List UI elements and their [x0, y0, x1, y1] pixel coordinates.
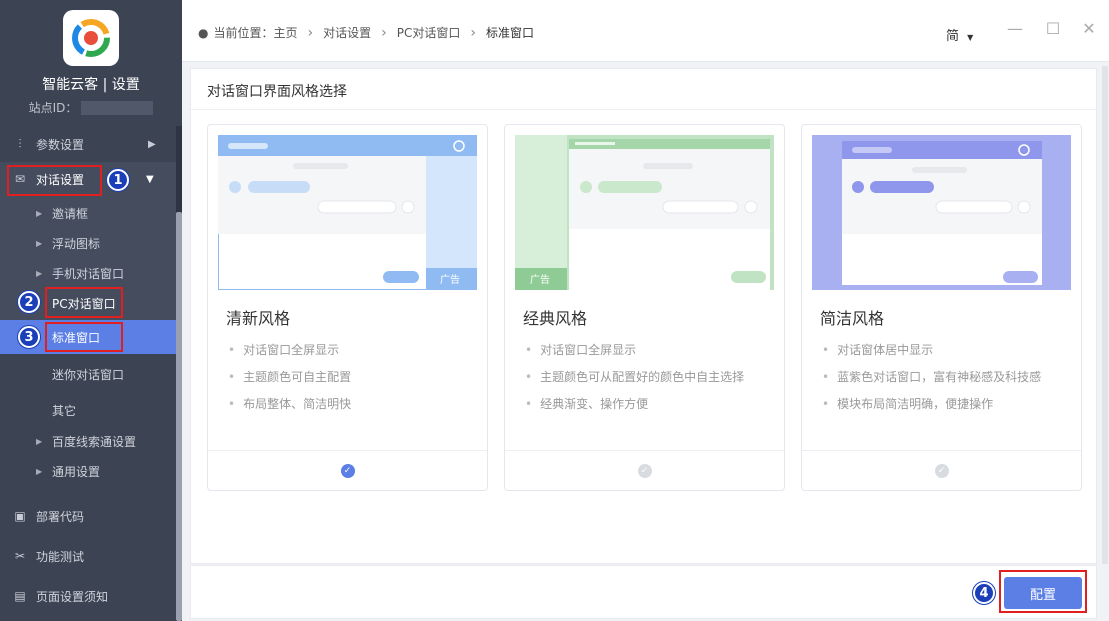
- logo-area: 智能云客 | 设置 站点ID：: [0, 0, 182, 126]
- ad-label: 广告: [530, 275, 550, 286]
- close-icon[interactable]: ✕: [1078, 18, 1100, 40]
- sub-mobile[interactable]: ▶ 手机对话窗口: [0, 258, 176, 288]
- menu-params[interactable]: ⫶ 参数设置 ▶: [0, 127, 176, 161]
- feature-item: 布局整体、简洁明快: [228, 395, 351, 412]
- highlight-config: [999, 570, 1087, 613]
- sub-baidu[interactable]: ▶ 百度线索通设置: [0, 426, 176, 456]
- location-pin-icon: ●: [198, 25, 209, 40]
- chevron-down-icon: ▼: [146, 173, 154, 185]
- chevron-right-icon: ›: [470, 24, 476, 41]
- feature-item: 对话窗体居中显示: [822, 341, 933, 358]
- sub-baidu-label: 百度线索通设置: [52, 434, 137, 449]
- breadcrumb-home[interactable]: 当前位置：主页: [213, 24, 297, 41]
- feature-item: 主题颜色可自主配置: [228, 368, 351, 385]
- caret-right-icon: ▶: [36, 466, 43, 476]
- sub-float-icon[interactable]: ▶ 浮动图标: [0, 228, 176, 258]
- feature-item: 对话窗口全屏显示: [525, 341, 636, 358]
- sub-float-icon-label: 浮动图标: [52, 236, 101, 251]
- card-title: 清新风格: [226, 309, 291, 328]
- document-icon: ▤: [14, 589, 26, 603]
- step-marker-1: 1: [107, 169, 129, 191]
- style-panel: 对话窗口界面风格选择 广告 清新风格 对话窗口全屏显示 主题颜: [190, 68, 1097, 564]
- sub-general-label: 通用设置: [52, 464, 101, 479]
- app-logo: [63, 10, 119, 66]
- menu-notice[interactable]: ▤ 页面设置须知: [0, 579, 176, 613]
- menu-test[interactable]: ✂ 功能测试: [0, 539, 176, 573]
- sidebar-scrollbar-thumb[interactable]: [176, 212, 182, 621]
- chevron-right-icon: ▶: [148, 138, 156, 150]
- language-select[interactable]: 简 ▼: [946, 25, 973, 44]
- site-id: 站点ID：: [29, 99, 154, 116]
- sub-other-label: 其它: [52, 403, 77, 418]
- sub-invite[interactable]: ▶ 邀请框: [0, 198, 176, 228]
- footer-bar: 配置: [190, 565, 1097, 619]
- highlight-dialog: [7, 165, 102, 196]
- maximize-icon[interactable]: ☐: [1042, 18, 1064, 40]
- step-marker-3: 3: [18, 326, 40, 348]
- card-title: 经典风格: [523, 309, 588, 328]
- preview-classic: 广告: [515, 135, 774, 290]
- card-footer[interactable]: ✓: [802, 450, 1081, 490]
- code-icon: ▣: [14, 509, 26, 523]
- check-unselected-icon[interactable]: ✓: [637, 463, 652, 478]
- breadcrumb: ● 当前位置：主页 › 对话设置 › PC对话窗口 › 标准窗口: [198, 24, 534, 41]
- feature-item: 蓝紫色对话窗口，富有神秘感及科技感: [822, 368, 1041, 385]
- site-id-redacted: [81, 100, 154, 115]
- menu-test-label: 功能测试: [36, 549, 85, 564]
- breadcrumb-current: 标准窗口: [485, 26, 534, 40]
- menu-deploy[interactable]: ▣ 部署代码: [0, 499, 176, 533]
- feature-item: 模块布局简洁明确，便捷操作: [822, 395, 993, 412]
- card-title: 简洁风格: [820, 309, 885, 328]
- chevron-right-icon: ›: [307, 24, 314, 41]
- caret-right-icon: ▶: [36, 268, 43, 278]
- check-selected-icon[interactable]: ✓: [340, 463, 355, 478]
- caret-right-icon: ▶: [36, 436, 43, 446]
- top-bar: ● 当前位置：主页 › 对话设置 › PC对话窗口 › 标准窗口 简 ▼ — ☐…: [182, 0, 1109, 62]
- feature-item: 对话窗口全屏显示: [228, 341, 339, 358]
- sliders-icon: ⫶: [18, 136, 22, 151]
- breadcrumb-dialog[interactable]: 对话设置: [323, 24, 371, 41]
- caret-right-icon: ▶: [36, 238, 43, 248]
- check-unselected-icon[interactable]: ✓: [934, 463, 949, 478]
- menu-notice-label: 页面设置须知: [36, 589, 109, 604]
- highlight-pc: [45, 287, 123, 318]
- breadcrumb-pc[interactable]: PC对话窗口: [397, 24, 461, 41]
- preview-fresh: 广告: [218, 135, 477, 290]
- card-footer[interactable]: ✓: [208, 450, 487, 490]
- feature-item: 主题颜色可从配置好的颜色中自主选择: [525, 368, 744, 385]
- card-footer[interactable]: ✓: [505, 450, 784, 490]
- style-card-fresh[interactable]: 广告 清新风格 对话窗口全屏显示 主题颜色可自主配置 布局整体、简洁明快 ✓: [207, 124, 488, 491]
- sub-invite-label: 邀请框: [52, 206, 89, 221]
- divider: [191, 109, 1096, 110]
- sub-mini[interactable]: 迷你对话窗口: [0, 359, 176, 389]
- step-marker-2: 2: [18, 291, 40, 313]
- sub-mini-label: 迷你对话窗口: [52, 367, 125, 382]
- feature-item: 经典渐变、操作方便: [525, 395, 648, 412]
- minimize-icon[interactable]: —: [1004, 18, 1026, 40]
- sub-general[interactable]: ▶ 通用设置: [0, 456, 176, 486]
- panel-title: 对话窗口界面风格选择: [207, 84, 347, 100]
- app-name: 智能云客 | 设置: [42, 77, 140, 93]
- tools-icon: ✂: [14, 549, 26, 563]
- ad-label: 广告: [440, 275, 460, 286]
- style-card-simple[interactable]: 简洁风格 对话窗体居中显示 蓝紫色对话窗口，富有神秘感及科技感 模块布局简洁明确…: [801, 124, 1082, 491]
- menu-deploy-label: 部署代码: [36, 509, 85, 524]
- menu-params-label: 参数设置: [36, 137, 85, 152]
- site-id-label: 站点ID：: [28, 101, 78, 115]
- style-card-classic[interactable]: 广告 经典风格 对话窗口全屏显示 主题颜色可从配置好的颜色中自主选择 经典渐变、…: [504, 124, 785, 491]
- highlight-standard: [45, 322, 123, 352]
- language-value: 简: [946, 29, 960, 44]
- main-scrollbar[interactable]: [1102, 66, 1108, 564]
- chevron-right-icon: ›: [381, 24, 387, 41]
- caret-down-icon: ▼: [967, 33, 974, 42]
- preview-simple: [812, 135, 1071, 290]
- sub-other[interactable]: 其它: [0, 395, 176, 425]
- step-marker-4: 4: [973, 582, 995, 604]
- caret-right-icon: ▶: [36, 208, 43, 218]
- sub-mobile-label: 手机对话窗口: [52, 266, 125, 281]
